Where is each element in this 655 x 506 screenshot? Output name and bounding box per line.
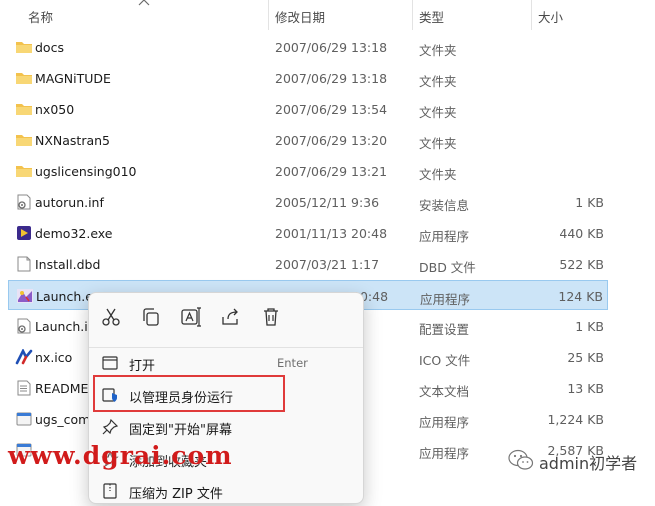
file-row-nxnastran5[interactable]: NXNastran5 2007/06/29 13:20 文件夹: [8, 125, 608, 155]
menu-item-compress-zip[interactable]: 压缩为 ZIP 文件: [93, 476, 359, 506]
file-date: 2007/06/29 13:18: [275, 71, 388, 86]
header-size[interactable]: 大小: [538, 7, 563, 26]
file-type: 安装信息: [419, 198, 470, 213]
file-type: 文件夹: [419, 43, 457, 58]
menu-item-label: 打开: [129, 359, 156, 374]
column-header: 名称 修改日期 类型 大小: [0, 0, 655, 30]
file-type: 应用程序: [419, 446, 470, 461]
menu-item-pin-start[interactable]: 固定到"开始"屏幕: [93, 412, 359, 442]
file-size: 25 KB: [567, 350, 604, 365]
menu-item-open[interactable]: 打开 Enter: [93, 348, 359, 378]
file-date: 2007/06/29 13:21: [275, 164, 388, 179]
folder-icon: [16, 73, 32, 84]
context-menu-toolbar: [89, 293, 363, 343]
file-name: nx.ico: [35, 350, 73, 365]
file-row-magnitude[interactable]: MAGNiTUDE 2007/06/29 13:18 文件夹: [8, 63, 608, 93]
copy-icon[interactable]: [139, 305, 163, 329]
file-type: 文件夹: [419, 136, 457, 151]
file-type: 文件夹: [419, 105, 457, 120]
header-divider[interactable]: [268, 0, 269, 30]
delete-icon[interactable]: [259, 305, 283, 329]
file-name: README: [35, 381, 89, 396]
file-name: ugs_com: [35, 412, 91, 427]
folder-icon: [16, 42, 32, 53]
file-size: 1 KB: [575, 319, 604, 334]
file-date: 2007/06/29 13:18: [275, 40, 388, 55]
folder-icon: [16, 104, 32, 115]
file-row-demo32[interactable]: demo32.exe 2001/11/13 20:48 应用程序 440 KB: [8, 218, 608, 248]
file-size: 522 KB: [559, 257, 604, 272]
header-divider[interactable]: [412, 0, 413, 30]
file-name: nx050: [35, 102, 75, 117]
file-type: 应用程序: [420, 292, 471, 307]
watermark-author-text: admin初学者: [539, 454, 638, 473]
menu-item-label: 固定到"开始"屏幕: [129, 423, 232, 438]
launch-app-icon: [17, 289, 33, 303]
file-size: 124 KB: [558, 289, 603, 304]
wechat-icon: [508, 449, 534, 470]
file-size: 440 KB: [559, 226, 604, 241]
sort-up-icon: [138, 0, 150, 6]
file-date: 2007/03/21 1:17: [275, 257, 380, 272]
file-date: 2001/11/13 20:48: [275, 226, 388, 241]
file-type: 文件夹: [419, 167, 457, 182]
watermark-site: www.dgrai.com: [8, 441, 233, 470]
text-file-icon: [17, 380, 31, 396]
open-icon: [102, 356, 118, 370]
file-name: Install.dbd: [35, 257, 101, 272]
pin-icon: [102, 418, 119, 435]
menu-item-shortcut: Enter: [277, 356, 308, 370]
cut-icon[interactable]: [99, 305, 123, 329]
setup-info-icon: [17, 194, 31, 210]
file-type: 应用程序: [419, 229, 470, 244]
file-row-ugslicensing010[interactable]: ugslicensing010 2007/06/29 13:21 文件夹: [8, 156, 608, 186]
file-date: 2007/06/29 13:54: [275, 102, 388, 117]
file-row-autorun[interactable]: autorun.inf 2005/12/11 9:36 安装信息 1 KB: [8, 187, 608, 217]
file-size: 1 KB: [575, 195, 604, 210]
file-name: NXNastran5: [35, 133, 111, 148]
file-date: 2005/12/11 9:36: [275, 195, 380, 210]
file-type: 应用程序: [419, 415, 470, 430]
share-icon[interactable]: [219, 305, 243, 329]
media-app-icon: [17, 226, 31, 240]
file-row-nx050[interactable]: nx050 2007/06/29 13:54 文件夹: [8, 94, 608, 124]
file-size: 1,224 KB: [547, 412, 604, 427]
file-size: 13 KB: [567, 381, 604, 396]
header-date[interactable]: 修改日期: [275, 7, 325, 26]
file-name: docs: [35, 40, 64, 55]
file-type: ICO 文件: [419, 353, 471, 368]
folder-icon: [16, 166, 32, 177]
header-divider[interactable]: [531, 0, 532, 30]
file-type: 配置设置: [419, 322, 470, 337]
file-row-docs[interactable]: docs 2007/06/29 13:18 文件夹: [8, 32, 608, 62]
rename-icon[interactable]: [179, 305, 203, 329]
file-row-install-dbd[interactable]: Install.dbd 2007/03/21 1:17 DBD 文件 522 K…: [8, 249, 608, 279]
file-type: DBD 文件: [419, 260, 476, 275]
file-name: autorun.inf: [35, 195, 104, 210]
nx-logo-icon: [15, 349, 33, 365]
folder-icon: [16, 135, 32, 146]
app-icon: [16, 412, 32, 426]
file-type: 文本文档: [419, 384, 470, 399]
menu-item-label: 压缩为 ZIP 文件: [129, 487, 223, 502]
file-type: 文件夹: [419, 74, 457, 89]
zip-icon: [103, 483, 117, 499]
header-name[interactable]: 名称: [28, 7, 53, 26]
header-type[interactable]: 类型: [419, 7, 444, 26]
file-name: ugslicensing010: [35, 164, 137, 179]
file-date: 2007/06/29 13:20: [275, 133, 388, 148]
highlight-annotation-box: [93, 375, 285, 412]
file-name: demo32.exe: [35, 226, 113, 241]
file-name: MAGNiTUDE: [35, 71, 111, 86]
settings-file-icon: [17, 318, 31, 334]
document-icon: [17, 256, 31, 272]
